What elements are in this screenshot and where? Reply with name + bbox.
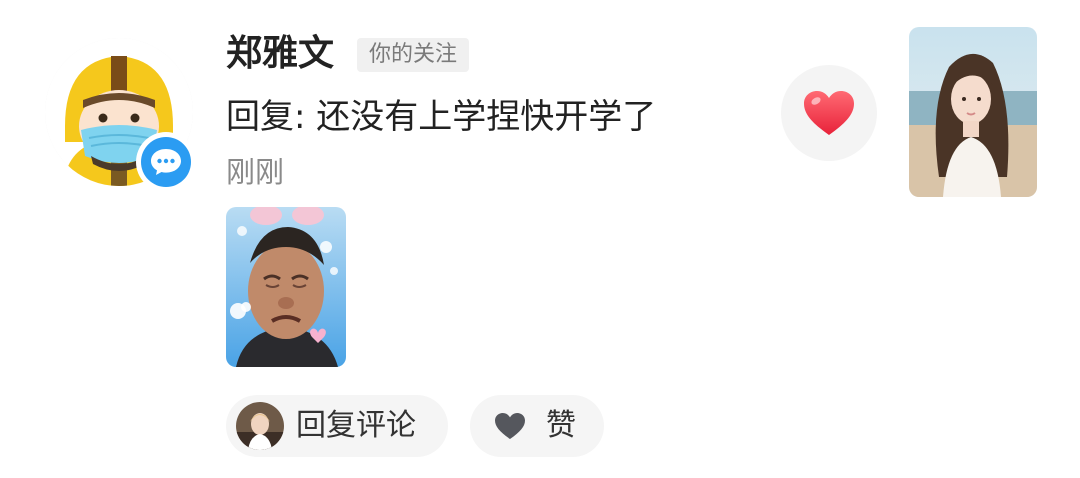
message-badge	[136, 132, 196, 192]
comment-notification: 郑雅文 你的关注 回复: 还没有上学捏快开学了 刚刚 回复评论 赞	[0, 0, 1080, 478]
like-button[interactable]: 赞	[470, 395, 604, 457]
timestamp: 刚刚	[226, 155, 285, 189]
like-label: 赞	[546, 408, 576, 443]
heart-icon	[804, 91, 854, 135]
reply-comment-button[interactable]: 回复评论	[226, 395, 448, 457]
my-avatar	[236, 402, 284, 450]
reply-text[interactable]: 回复: 还没有上学捏快开学了	[226, 94, 656, 140]
post-thumbnail[interactable]	[909, 27, 1037, 197]
follow-tag: 你的关注	[357, 38, 470, 72]
username[interactable]: 郑雅文	[226, 30, 334, 78]
sticker-image[interactable]	[226, 207, 346, 367]
heart-icon	[495, 413, 525, 439]
like-heart-button[interactable]	[781, 65, 877, 161]
reply-comment-label: 回复评论	[296, 408, 416, 443]
message-bubble-icon	[141, 137, 191, 187]
